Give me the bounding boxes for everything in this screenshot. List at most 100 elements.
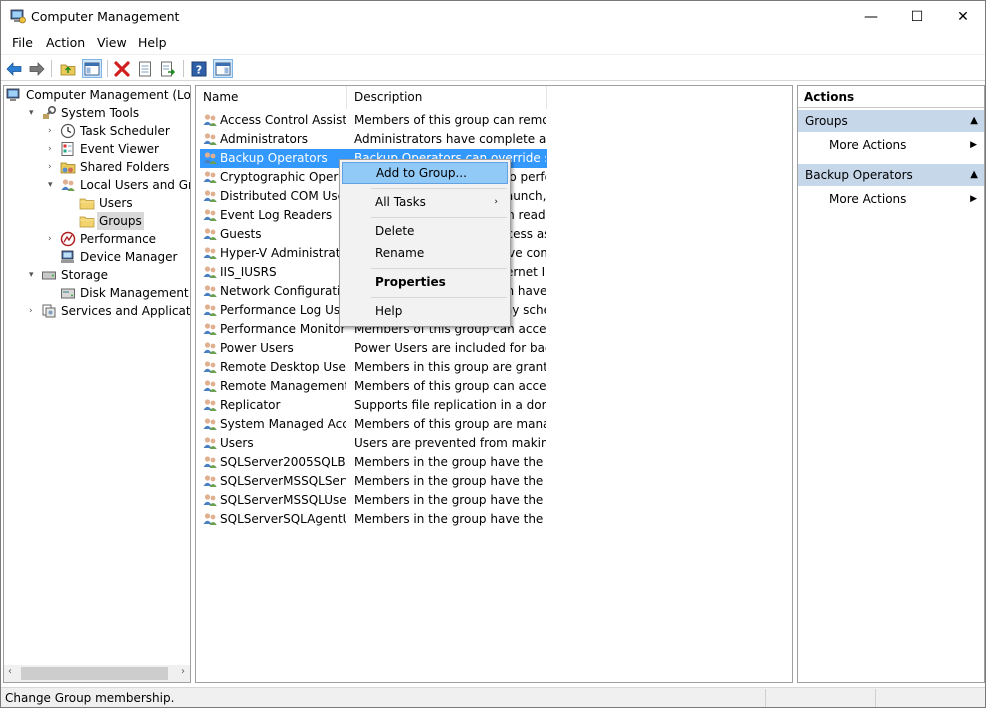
- table-row[interactable]: SQLServerMSSQLUser... Members in the grou…: [200, 491, 547, 510]
- menu-file[interactable]: File: [12, 35, 33, 50]
- tools-icon: [43, 105, 57, 119]
- column-header-name[interactable]: Name: [196, 86, 347, 109]
- submenu-arrow-icon: ▶: [970, 140, 977, 150]
- tree-node-label: System Tools: [61, 106, 140, 120]
- console-tree[interactable]: Computer Management (Local ▾ System Tools ›…: [3, 85, 191, 683]
- collapse-chevron-icon[interactable]: ▾: [29, 104, 39, 122]
- collapse-chevron-icon[interactable]: ▾: [48, 176, 58, 194]
- tree-node-event-viewer[interactable]: › Event Viewer: [4, 140, 190, 158]
- group-name: Cryptographic Operat...: [220, 170, 346, 184]
- actions-section-backup-operators[interactable]: Backup Operators ▲: [798, 164, 984, 186]
- scroll-right-icon[interactable]: ›: [181, 666, 185, 677]
- group-icon: [203, 342, 217, 354]
- tree-node-computer-management-local[interactable]: Computer Management (Local: [4, 86, 190, 104]
- menu-item-add-to-group[interactable]: Add to Group...: [342, 162, 508, 184]
- actions-header: Actions: [798, 86, 984, 108]
- tree-node-label: Computer Management (Local: [26, 88, 191, 102]
- minimize-button[interactable]: —: [848, 1, 894, 32]
- actions-section-backup-operators-label: Backup Operators: [805, 168, 913, 182]
- help-button[interactable]: ?: [189, 59, 209, 78]
- tree-node-system-tools[interactable]: ▾ System Tools: [4, 104, 190, 122]
- backup-operators-more-actions[interactable]: More Actions ▶: [798, 189, 984, 209]
- collapse-triangle-icon[interactable]: ▲: [970, 164, 978, 186]
- menu-action[interactable]: Action: [46, 35, 85, 50]
- forward-button[interactable]: [27, 59, 47, 78]
- tree-node-storage[interactable]: ▾ Storage: [4, 266, 190, 284]
- group-name: Distributed COM Users: [220, 189, 346, 203]
- menu-item-properties[interactable]: Properties: [342, 271, 508, 293]
- group-description: Members in the group have the re...: [354, 474, 546, 488]
- services-icon: [42, 304, 56, 318]
- menu-item-all-tasks[interactable]: All Tasks ›: [342, 191, 508, 213]
- tree-node-users[interactable]: Users: [4, 194, 190, 212]
- groups-more-actions[interactable]: More Actions ▶: [798, 135, 984, 155]
- maximize-button[interactable]: ☐: [894, 1, 940, 32]
- tree-node-shared-folders[interactable]: › Shared Folders: [4, 158, 190, 176]
- performance-icon: [60, 231, 76, 247]
- table-row[interactable]: SQLServerMSSQLServ... Members in the grou…: [200, 472, 547, 491]
- console-tree-icon: [84, 62, 100, 75]
- table-row[interactable]: Access Control Assist... Members of this …: [200, 111, 547, 130]
- scroll-left-icon[interactable]: ‹: [8, 666, 12, 677]
- show-hide-console-tree-button[interactable]: [82, 59, 102, 78]
- group-description: Members of this group can remot...: [354, 113, 546, 127]
- properties-icon: [139, 61, 151, 76]
- table-row[interactable]: System Managed Acc... Members of this gro…: [200, 415, 547, 434]
- tree-node-groups[interactable]: Groups: [4, 212, 190, 230]
- group-icon: [203, 228, 217, 240]
- delete-button[interactable]: [112, 59, 132, 78]
- expand-chevron-icon[interactable]: ›: [48, 122, 58, 140]
- up-one-level-button[interactable]: [58, 59, 78, 78]
- tree-node-label: Performance: [80, 232, 157, 246]
- tree-node-label: Device Manager: [80, 250, 178, 264]
- collapse-chevron-icon[interactable]: ▾: [29, 266, 39, 284]
- menu-bar: File Action View Help: [1, 32, 985, 54]
- menu-item-delete[interactable]: Delete: [342, 220, 508, 242]
- collapse-triangle-icon[interactable]: ▲: [970, 110, 978, 132]
- table-row[interactable]: Power Users Power Users are included for …: [200, 339, 547, 358]
- show-hide-action-pane-button[interactable]: [213, 59, 233, 78]
- tree-node-device-manager[interactable]: Device Manager: [4, 248, 190, 266]
- table-row[interactable]: Users Users are prevented from making ...: [200, 434, 547, 453]
- actions-pane: Actions Groups ▲ More Actions ▶ Backup O…: [797, 85, 985, 683]
- title-bar[interactable]: Computer Management — ☐ ✕: [1, 1, 985, 32]
- actions-section-groups[interactable]: Groups ▲: [798, 110, 984, 132]
- tree-node-local-users-and-groups[interactable]: ▾ Local Users and Groups: [4, 176, 190, 194]
- back-button[interactable]: [4, 59, 24, 78]
- tree-node-disk-management[interactable]: Disk Management: [4, 284, 190, 302]
- export-list-button[interactable]: [158, 59, 178, 78]
- expand-chevron-icon[interactable]: ›: [48, 230, 58, 248]
- tree-node-task-scheduler[interactable]: › Task Scheduler: [4, 122, 190, 140]
- group-name: Power Users: [220, 341, 294, 355]
- group-description: Members of this group are mana...: [354, 417, 546, 431]
- table-row[interactable]: SQLServerSQLAgentU... Members in the grou…: [200, 510, 547, 529]
- folder-icon: [79, 216, 95, 228]
- close-button[interactable]: ✕: [940, 1, 986, 32]
- tree-node-services-and-applications[interactable]: › Services and Applications: [4, 302, 190, 320]
- tree-node-label: Shared Folders: [80, 160, 170, 174]
- maximize-icon: ☐: [910, 8, 924, 25]
- menu-help[interactable]: Help: [138, 35, 167, 50]
- group-name: Replicator: [220, 398, 281, 412]
- properties-button[interactable]: [135, 59, 155, 78]
- menu-view[interactable]: View: [97, 35, 127, 50]
- table-row[interactable]: SQLServer2005SQLBro... Members in the gro…: [200, 453, 547, 472]
- scroll-thumb[interactable]: [21, 667, 168, 680]
- expand-chevron-icon[interactable]: ›: [48, 158, 58, 176]
- group-description: Members in this group are grante...: [354, 360, 546, 374]
- table-row[interactable]: Replicator Supports file replication in a…: [200, 396, 547, 415]
- tree-node-label: Users: [99, 196, 133, 210]
- tree-node-performance[interactable]: › Performance: [4, 230, 190, 248]
- group-icon: [203, 399, 217, 411]
- expand-chevron-icon[interactable]: ›: [29, 302, 39, 320]
- table-row[interactable]: Remote Desktop Users Members in this grou…: [200, 358, 547, 377]
- table-row[interactable]: Administrators Administrators have comple…: [200, 130, 547, 149]
- tree-horizontal-scrollbar[interactable]: ‹ ›: [4, 665, 190, 682]
- menu-item-rename[interactable]: Rename: [342, 242, 508, 264]
- menu-item-help[interactable]: Help: [342, 300, 508, 322]
- expand-chevron-icon[interactable]: ›: [48, 140, 58, 158]
- group-icon: [203, 266, 217, 278]
- column-header-description[interactable]: Description: [347, 86, 547, 109]
- group-icon: [203, 361, 217, 373]
- table-row[interactable]: Remote Management... Members of this grou…: [200, 377, 547, 396]
